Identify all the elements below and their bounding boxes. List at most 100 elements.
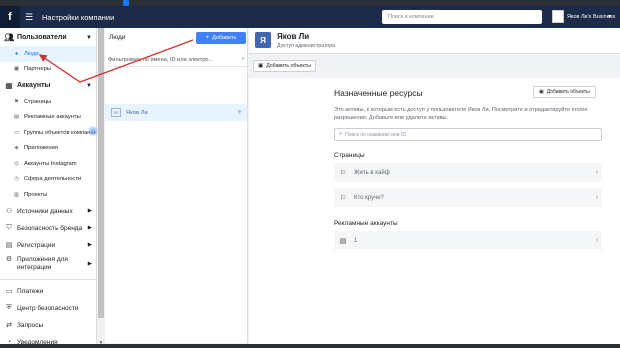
assigned-assets-title: Назначенные ресурсы xyxy=(334,88,423,98)
sidebar-item-pages[interactable]: ⚑ Страницы xyxy=(0,94,96,110)
sidebar-item-security-center[interactable]: ⛨ Центр безопасности xyxy=(0,300,96,317)
top-bar: f ☰ Настройки компании Яков Ли's Busines… xyxy=(0,6,620,28)
asset-search-input[interactable] xyxy=(345,131,586,138)
data-sources-icon: ⚇ xyxy=(5,208,13,215)
sidebar-item-label: Запросы xyxy=(17,321,44,329)
sidebar-item-apps[interactable]: ◈ Приложения xyxy=(0,141,96,157)
sidebar-item-instagram[interactable]: ◎ Аккаунты Instagram xyxy=(0,156,96,172)
sidebar-item-line-of-business[interactable]: ◷ Сфера деятельности xyxy=(0,172,96,188)
company-search-input[interactable] xyxy=(388,14,542,20)
caret-right-icon: ▶ xyxy=(87,242,92,248)
search-icon: ⌕ xyxy=(241,56,245,62)
company-search-box[interactable] xyxy=(382,10,542,24)
asset-name: Кто круче? xyxy=(354,194,384,201)
asset-row-page[interactable]: ⚐ Кто круче? › xyxy=(334,188,602,207)
facebook-logo-icon[interactable]: f xyxy=(0,6,20,28)
sidebar-item-requests[interactable]: ⇄ Запросы xyxy=(0,317,96,334)
shield-icon: ⛉ xyxy=(6,224,12,231)
caret-down-icon[interactable]: ▼ xyxy=(86,83,92,89)
sidebar-item-projects[interactable]: ▥ Проекты xyxy=(0,187,96,203)
people-filter[interactable]: ⌕ xyxy=(108,53,247,67)
sidebar-item-label: Страницы xyxy=(24,98,52,105)
asset-row-page[interactable]: ⚐ Жить в кайф › xyxy=(334,163,602,182)
section-accounts[interactable]: ▦ Аккаунты ▼ xyxy=(0,77,96,94)
briefcase-icon: ▣ xyxy=(258,63,264,69)
sidebar-divider xyxy=(0,278,96,280)
sidebar-item-label: Люди xyxy=(24,50,39,57)
card-add-objects-label: Добавить объекты xyxy=(546,89,590,95)
person-name: Яков Ли xyxy=(126,109,148,116)
sidebar-item-label: Центр безопасности xyxy=(17,304,79,312)
sidebar-item-label: Группы объектов компании xyxy=(23,129,96,136)
person-header: Я Яков Ли Доступ администратора xyxy=(249,28,620,54)
sidebar-item-label: Рекламные аккаунты xyxy=(24,114,81,121)
project-icon: ▥ xyxy=(13,191,20,198)
person-icon: ● xyxy=(14,50,19,57)
requests-icon: ⇄ xyxy=(6,322,12,329)
user-name: Яков Ли xyxy=(277,32,310,41)
integration-icon: ⚙ xyxy=(5,255,13,263)
caret-right-icon: ▶ xyxy=(87,260,92,267)
user-avatar: Я xyxy=(255,32,271,48)
sidebar-item-business-asset-groups[interactable]: ▭ Группы объектов компании xyxy=(0,125,96,141)
caret-right-icon: ▶ xyxy=(87,225,92,231)
asset-name: Жить в кайф xyxy=(354,169,390,176)
people-list-panel: Люди + Добавить ⌕ ЯЛ Яков Ли ✳ xyxy=(105,28,248,348)
flag-icon: ⚐ xyxy=(339,194,347,202)
sidebar-item-label: Безопасность бренда xyxy=(17,224,83,232)
line-of-business-icon: ◷ xyxy=(14,176,19,183)
sidebar-item-data-sources[interactable]: ⚇ Источники данных ▶ xyxy=(0,203,96,220)
sidebar-item-integrations[interactable]: ⚙ Приложения для интеграции ▶ xyxy=(0,254,96,276)
assigned-assets-description: Это активы, к которым есть доступ у поль… xyxy=(334,107,588,121)
card-add-objects-button[interactable]: ▣ Добавить объекты xyxy=(533,86,596,98)
asset-name: 1 xyxy=(354,237,358,244)
add-person-button[interactable]: + Добавить xyxy=(196,32,246,44)
list-item[interactable]: ЯЛ Яков Ли ✳ xyxy=(105,104,247,121)
left-sidebar: 👥︎ Пользователи ▼ ● Люди ▣ Партнеры ▦ Ак… xyxy=(0,28,97,348)
section-users-label: Пользователи xyxy=(17,34,67,41)
sidebar-item-label: Платежи xyxy=(17,287,44,295)
asset-row-ad-account[interactable]: ▤ 1 › xyxy=(334,231,602,250)
sidebar-item-label: Сфера деятельности xyxy=(24,176,82,183)
ad-account-icon: ▤ xyxy=(13,114,20,121)
sidebar-scrollbar-thumb[interactable] xyxy=(98,28,104,318)
window-bottom-edge xyxy=(0,344,620,348)
assigned-assets-card: Назначенные ресурсы ▣ Добавить объекты Э… xyxy=(249,78,620,348)
asset-search-box[interactable]: ⌕ xyxy=(334,128,602,141)
chevron-right-icon[interactable]: › xyxy=(596,169,598,176)
ad-account-icon: ▤ xyxy=(339,237,347,245)
sidebar-item-partners[interactable]: ▣ Партнеры xyxy=(0,62,96,78)
person-detail-panel: Я Яков Ли Доступ администратора ▣ Добави… xyxy=(249,28,620,348)
hamburger-menu-icon[interactable]: ☰ xyxy=(22,6,36,28)
users-icon: 👥︎ xyxy=(4,33,15,42)
sidebar-item-brand-safety[interactable]: ⛉ Безопасность бренда ▶ xyxy=(0,220,96,237)
chevron-right-icon[interactable]: › xyxy=(596,194,598,201)
payment-icon: ▭ xyxy=(5,288,13,295)
business-avatar[interactable] xyxy=(552,10,564,23)
caret-down-icon[interactable]: ▼ xyxy=(86,35,92,41)
loading-spinner-icon: ✳ xyxy=(236,110,242,116)
add-objects-button[interactable]: ▣ Добавить объекты xyxy=(253,60,316,72)
flag-icon: ⚐ xyxy=(339,169,347,177)
sidebar-item-registrations[interactable]: ▤ Регистрации ▶ xyxy=(0,237,96,254)
section-users[interactable]: 👥︎ Пользователи ▼ xyxy=(0,29,96,46)
instagram-icon: ◎ xyxy=(14,160,19,167)
business-switcher-caret-icon[interactable]: ▾ xyxy=(608,13,611,20)
chevron-right-icon[interactable]: › xyxy=(596,237,598,244)
sidebar-item-payments[interactable]: ▭ Платежи xyxy=(0,283,96,300)
sidebar-item-label: Аккаунты Instagram xyxy=(24,160,77,167)
sidebar-item-label: Приложения для интеграции xyxy=(17,255,68,271)
sidebar-item-label: Приложения xyxy=(24,145,58,152)
security-center-icon: ⛨ xyxy=(6,304,12,311)
plus-icon: + xyxy=(205,35,210,41)
ad-accounts-group-label: Рекламные аккаунты xyxy=(334,220,398,227)
sidebar-scrollbar[interactable]: ▼ xyxy=(97,28,105,348)
accounts-icon: ▦ xyxy=(5,81,13,90)
cursor-highlight xyxy=(88,126,98,136)
sidebar-item-people[interactable]: ● Люди xyxy=(0,46,96,62)
folder-icon: ▭ xyxy=(13,129,20,136)
people-filter-input[interactable] xyxy=(108,56,232,63)
user-role: Доступ администратора xyxy=(277,43,336,49)
sidebar-item-label: Регистрации xyxy=(17,241,56,249)
sidebar-item-ad-accounts[interactable]: ▤ Рекламные аккаунты xyxy=(0,110,96,126)
